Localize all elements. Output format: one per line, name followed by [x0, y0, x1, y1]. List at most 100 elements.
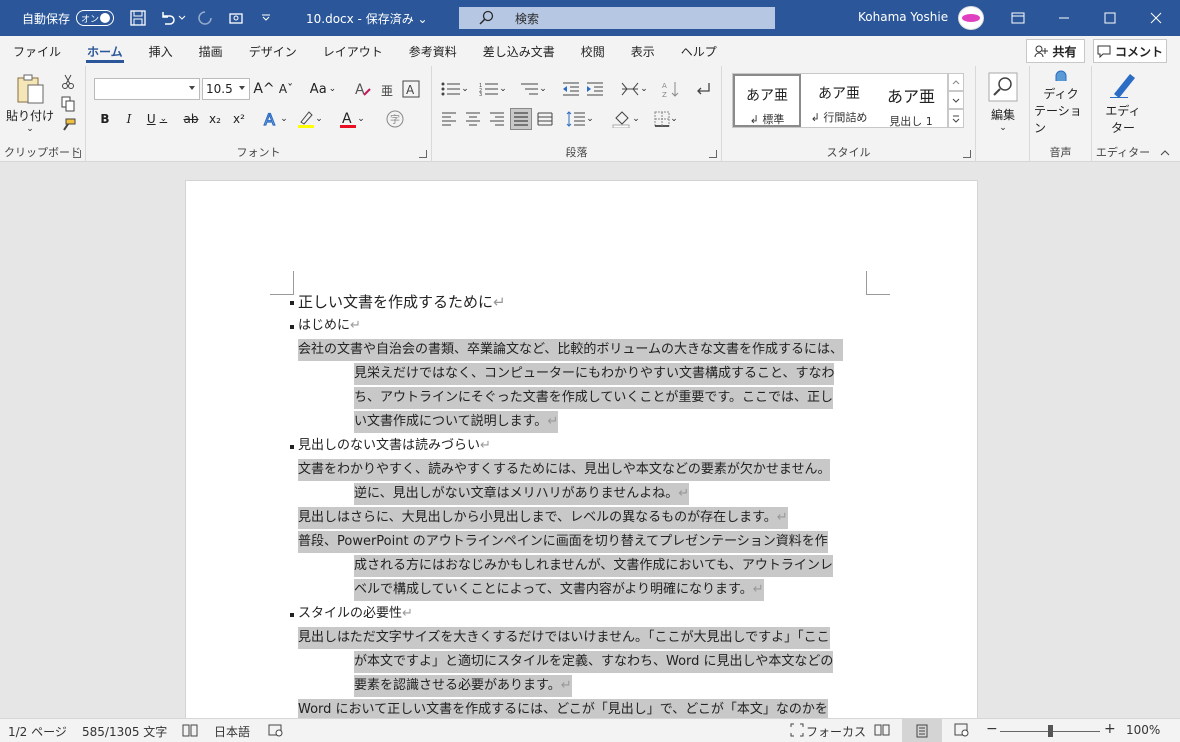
word-count[interactable]: 585/1305 文字 [82, 723, 167, 740]
cut-icon[interactable] [58, 72, 78, 92]
body-line[interactable]: い文書作成について説明します。↵ [354, 411, 559, 433]
show-marks-icon[interactable] [692, 78, 714, 100]
tab-7[interactable]: 差し込み文書 [470, 36, 568, 66]
tab-0[interactable]: ファイル [0, 36, 74, 66]
tab-8[interactable]: 校閲 [568, 36, 618, 66]
undo-dropdown-icon[interactable] [178, 8, 186, 28]
user-avatar[interactable] [958, 6, 984, 30]
tab-4[interactable]: デザイン [236, 36, 310, 66]
clipboard-launcher-icon[interactable] [73, 150, 81, 158]
tab-6[interactable]: 参考資料 [396, 36, 470, 66]
tab-5[interactable]: レイアウト [310, 36, 396, 66]
align-center-icon[interactable] [462, 108, 484, 130]
read-mode-icon[interactable] [874, 723, 890, 737]
customize-qat-icon[interactable] [256, 8, 276, 28]
increase-indent-icon[interactable] [584, 78, 606, 100]
enclose-char-icon[interactable]: 字 [384, 108, 406, 130]
save-icon[interactable] [128, 8, 148, 28]
touch-mode-icon[interactable] [226, 8, 246, 28]
highlight-color-icon[interactable]: ⌄ [294, 108, 326, 130]
format-painter-icon[interactable] [58, 116, 78, 136]
justify-icon[interactable] [510, 108, 532, 130]
asian-layout-icon[interactable]: ⌄ [618, 78, 650, 100]
document-title[interactable]: 10.docx - 保存済み ⌄ [306, 10, 428, 27]
document-page[interactable]: 正しい文書を作成するために↵ はじめに↵ 会社の文書や自治会の書類、卒業論文など、比… [185, 180, 978, 740]
autosave-toggle[interactable]: オン [76, 10, 115, 26]
collapse-ribbon-icon[interactable] [1158, 146, 1172, 160]
distributed-icon[interactable] [534, 108, 556, 130]
phonetic-guide-icon[interactable]: 亜 [376, 78, 398, 100]
editor-button[interactable]: エディ ター [1096, 70, 1150, 136]
tab-3[interactable]: 描画 [186, 36, 236, 66]
grow-font-button[interactable]: A^ [253, 78, 274, 100]
line-spacing-icon[interactable]: ⌄ [564, 108, 596, 130]
body-line[interactable]: 文書をわかりやすく、読みやすくするためには、見出しや本文などの要素が欠かせません… [298, 459, 831, 481]
undo-icon[interactable] [158, 8, 178, 28]
copy-icon[interactable] [58, 94, 78, 114]
web-layout-icon[interactable] [954, 723, 970, 737]
body-line[interactable]: 見出しはさらに、大見出しから小見出しまで、レベルの異なるものが存在します。↵ [298, 507, 788, 529]
body-line[interactable]: 普段、PowerPoint のアウトラインペインに画面を切り替えてプレゼンテーシ… [298, 531, 828, 553]
style-item-heading1[interactable]: あア亜 見出し 1 [877, 74, 945, 128]
redo-icon[interactable] [196, 8, 216, 28]
body-line[interactable]: 見出しはただ文字サイズを大きくするだけではいけません。「ここが大見出しですよ」「… [298, 627, 830, 649]
body-line[interactable]: 見栄えだけではなく、コンピューターにもわかりやすい文書構成すること、すなわ [354, 363, 835, 385]
language[interactable]: 日本語 [214, 723, 250, 740]
shrink-font-button[interactable]: Aˇ [276, 78, 296, 100]
align-right-icon[interactable] [486, 108, 508, 130]
search-box[interactable]: 検索 [459, 7, 775, 29]
styles-launcher-icon[interactable] [963, 150, 971, 158]
style-item-normal[interactable]: あア亜 ↲ 標準 [733, 74, 801, 127]
char-border-button[interactable]: A [400, 78, 422, 100]
style-scroll-up-icon[interactable] [948, 73, 964, 91]
underline-button[interactable]: U ⌄ [142, 108, 172, 130]
sort-icon[interactable]: AZ [660, 78, 682, 100]
zoom-slider-thumb[interactable] [1048, 725, 1053, 737]
body-line[interactable]: 成される方にはおなじみかもしれませんが、文書作成においても、アウトラインレ [354, 555, 833, 577]
share-button[interactable]: 共有 [1026, 39, 1085, 63]
style-item-no-spacing[interactable]: あア亜 ↲ 行間詰め [805, 74, 873, 127]
tab-2[interactable]: 挿入 [136, 36, 186, 66]
decrease-indent-icon[interactable] [560, 78, 582, 100]
paragraph-launcher-icon[interactable] [709, 150, 717, 158]
body-line[interactable]: 逆に、見出しがない文章はメリハリがありませんよね。↵ [354, 483, 690, 505]
zoom-out-button[interactable]: − [986, 721, 998, 737]
align-left-icon[interactable] [438, 108, 460, 130]
focus-label[interactable]: フォーカス [806, 723, 866, 740]
text-effects-icon[interactable]: A ⌄ [260, 108, 290, 130]
body-line[interactable]: 会社の文書や自治会の書類、卒業論文など、比較的ボリュームの大きな文書を作成するに… [298, 339, 843, 361]
maximize-button[interactable] [1087, 0, 1133, 36]
heading-line[interactable]: 正しい文書を作成するために↵ [298, 291, 506, 313]
clear-format-icon[interactable]: A [352, 78, 374, 100]
body-line[interactable]: が本文ですよ」と適切にスタイルを定義、すなわち、Word に見出しや本文などの [354, 651, 834, 673]
style-more-icon[interactable] [948, 109, 964, 128]
ribbon-display-icon[interactable] [995, 0, 1041, 36]
font-name-combo[interactable] [94, 78, 200, 100]
tab-9[interactable]: 表示 [618, 36, 668, 66]
user-name[interactable]: Kohama Yoshie [858, 10, 948, 24]
tab-10[interactable]: ヘルプ [668, 36, 730, 66]
change-case-button[interactable]: Aa ⌄ [308, 78, 338, 100]
borders-icon[interactable]: ⌄ [650, 108, 682, 130]
bold-button[interactable]: B [94, 108, 116, 130]
heading-line[interactable]: スタイルの必要性↵ [298, 603, 413, 625]
paste-button[interactable]: 貼り付け ⌄ [6, 72, 54, 134]
body-line[interactable]: ち、アウトラインにそぐった文書を作成していくことが重要です。ここでは、正し [354, 387, 834, 409]
focus-icon[interactable] [790, 723, 804, 737]
style-scroll-down-icon[interactable] [948, 91, 964, 109]
zoom-in-button[interactable]: + [1104, 721, 1116, 737]
dictate-button[interactable]: ディク テーション [1034, 70, 1088, 136]
comment-button[interactable]: コメント [1093, 39, 1167, 63]
font-size-combo[interactable]: 10.5 [202, 78, 250, 100]
heading-line[interactable]: はじめに↵ [298, 315, 361, 337]
font-color-icon[interactable]: A ⌄ [336, 108, 368, 130]
editing-button[interactable]: 編集 ⌄ [984, 70, 1022, 134]
macro-record-icon[interactable] [268, 723, 284, 737]
close-button[interactable] [1133, 0, 1179, 36]
subscript-button[interactable]: x₂ [204, 108, 226, 130]
tab-1[interactable]: ホーム [74, 36, 136, 66]
zoom-level[interactable]: 100% [1126, 723, 1160, 737]
page-count[interactable]: 1/2 ページ [8, 723, 67, 740]
shading-icon[interactable]: ⌄ [610, 108, 642, 130]
minimize-button[interactable] [1041, 0, 1087, 36]
